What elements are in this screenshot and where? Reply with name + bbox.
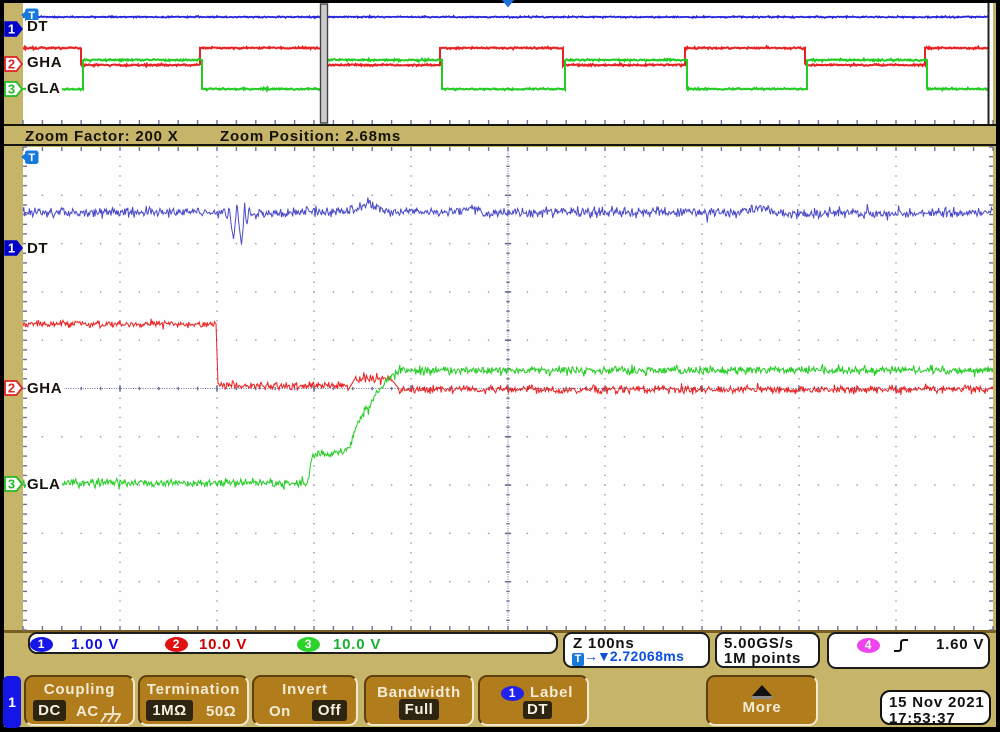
svg-text:T: T [28,152,35,164]
svg-text:3: 3 [8,477,15,492]
svg-text:3: 3 [8,82,15,97]
svg-text:1: 1 [8,22,15,37]
svg-text:2: 2 [8,57,15,72]
svg-text:2: 2 [8,381,15,396]
svg-text:1: 1 [8,241,15,256]
